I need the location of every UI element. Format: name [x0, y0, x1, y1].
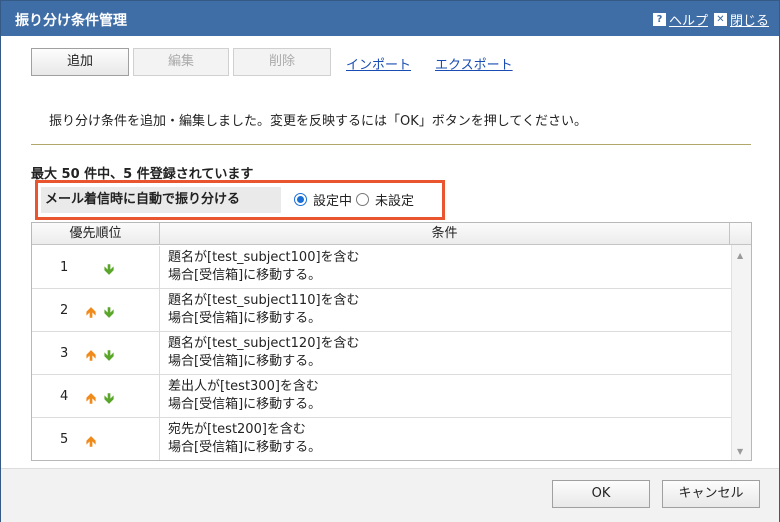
action-line: 場合[受信箱]に移動する。: [168, 268, 322, 283]
edit-button[interactable]: 編集: [133, 48, 229, 76]
priority-cell: 1 🡻: [32, 246, 160, 289]
divider: [31, 144, 751, 145]
auto-sort-label: メール着信時に自動で振り分ける: [41, 187, 281, 213]
radio-on[interactable]: [294, 193, 307, 206]
auto-sort-setting: メール着信時に自動で振り分ける 設定中 未設定: [35, 180, 445, 220]
condition-line: 宛先が[test200]を含む: [168, 422, 306, 437]
help-label: ヘルプ: [668, 14, 708, 29]
export-link[interactable]: エクスポート: [435, 54, 513, 73]
priority-number: 1: [60, 260, 69, 275]
condition-line: 題名が[test_subject100]を含む: [168, 250, 360, 265]
priority-cell: 3 🡹 🡻: [32, 332, 160, 375]
condition-cell: 題名が[test_subject100]を含む 場合[受信箱]に移動する。: [160, 246, 730, 289]
filter-rules-dialog: 振り分け条件管理 ? ヘルプ ✕ 閉じる 追加 編集 削除 インポート エクスポ…: [0, 0, 780, 522]
condition-line: 題名が[test_subject110]を含む: [168, 293, 360, 308]
cancel-button[interactable]: キャンセル: [662, 480, 760, 508]
move-down-icon[interactable]: 🡻: [104, 388, 114, 412]
condition-cell: 宛先が[test200]を含む 場合[受信箱]に移動する。: [160, 418, 730, 460]
condition-line: 差出人が[test300]を含む: [168, 379, 319, 394]
title-bar-links: ? ヘルプ ✕ 閉じる: [652, 10, 769, 29]
condition-cell: 題名が[test_subject110]を含む 場合[受信箱]に移動する。: [160, 289, 730, 332]
priority-number: 3: [60, 346, 69, 361]
table-header: 優先順位 条件: [32, 223, 751, 245]
priority-number: 2: [60, 303, 69, 318]
condition-line: 題名が[test_subject120]を含む: [168, 336, 360, 351]
close-label: 閉じる: [729, 14, 769, 29]
condition-cell: 差出人が[test300]を含む 場合[受信箱]に移動する。: [160, 375, 730, 418]
rules-table: 優先順位 条件 1 🡻 題名が[test_subject100]を含む 場合[受…: [31, 222, 752, 461]
title-bar: 振り分け条件管理 ? ヘルプ ✕ 閉じる: [1, 1, 779, 36]
scroll-up-icon[interactable]: ▲: [737, 251, 743, 260]
move-up-icon[interactable]: 🡹: [86, 431, 96, 455]
move-down-icon[interactable]: 🡻: [104, 345, 114, 369]
condition-cell: 題名が[test_subject120]を含む 場合[受信箱]に移動する。: [160, 332, 730, 375]
delete-button[interactable]: 削除: [233, 48, 331, 76]
close-icon: ✕: [713, 13, 727, 26]
ok-button[interactable]: OK: [552, 480, 650, 508]
radio-off-label[interactable]: 未設定: [375, 190, 414, 209]
help-icon: ?: [652, 13, 666, 26]
radio-off[interactable]: [356, 193, 370, 206]
action-line: 場合[受信箱]に移動する。: [168, 440, 322, 455]
dialog-title: 振り分け条件管理: [15, 13, 127, 29]
scroll-down-icon[interactable]: ▼: [737, 447, 743, 456]
table-row[interactable]: 1 🡻 題名が[test_subject100]を含む 場合[受信箱]に移動する…: [32, 246, 732, 289]
close-link[interactable]: ✕ 閉じる: [713, 10, 769, 29]
status-message: 振り分け条件を追加・編集しました。変更を反映するには「OK」ボタンを押してくださ…: [49, 114, 587, 129]
move-up-icon[interactable]: 🡹: [86, 345, 96, 369]
table-row[interactable]: 3 🡹 🡻 題名が[test_subject120]を含む 場合[受信箱]に移動…: [32, 332, 732, 375]
priority-number: 5: [60, 432, 69, 447]
radio-on-label[interactable]: 設定中: [313, 190, 352, 209]
move-up-icon[interactable]: 🡹: [86, 302, 96, 326]
priority-cell: 2 🡹 🡻: [32, 289, 160, 332]
priority-number: 4: [60, 389, 69, 404]
table-row[interactable]: 5 🡹 宛先が[test200]を含む 場合[受信箱]に移動する。: [32, 418, 732, 460]
action-line: 場合[受信箱]に移動する。: [168, 311, 322, 326]
header-condition: 条件: [160, 223, 730, 245]
move-up-icon[interactable]: 🡹: [86, 388, 96, 412]
priority-cell: 5 🡹: [32, 418, 160, 460]
action-line: 場合[受信箱]に移動する。: [168, 397, 322, 412]
priority-cell: 4 🡹 🡻: [32, 375, 160, 418]
table-row[interactable]: 4 🡹 🡻 差出人が[test300]を含む 場合[受信箱]に移動する。: [32, 375, 732, 418]
dialog-footer: OK キャンセル: [1, 468, 779, 522]
header-priority: 優先順位: [32, 223, 160, 245]
auto-sort-radio-group: 設定中 未設定: [294, 190, 414, 209]
action-line: 場合[受信箱]に移動する。: [168, 354, 322, 369]
table-row[interactable]: 2 🡹 🡻 題名が[test_subject110]を含む 場合[受信箱]に移動…: [32, 289, 732, 332]
table-scrollbar[interactable]: ▲ ▼: [731, 245, 751, 460]
import-link[interactable]: インポート: [346, 54, 411, 73]
move-down-icon[interactable]: 🡻: [104, 259, 114, 283]
move-down-icon[interactable]: 🡻: [104, 302, 114, 326]
help-link[interactable]: ? ヘルプ: [652, 10, 708, 29]
add-button[interactable]: 追加: [31, 48, 129, 76]
